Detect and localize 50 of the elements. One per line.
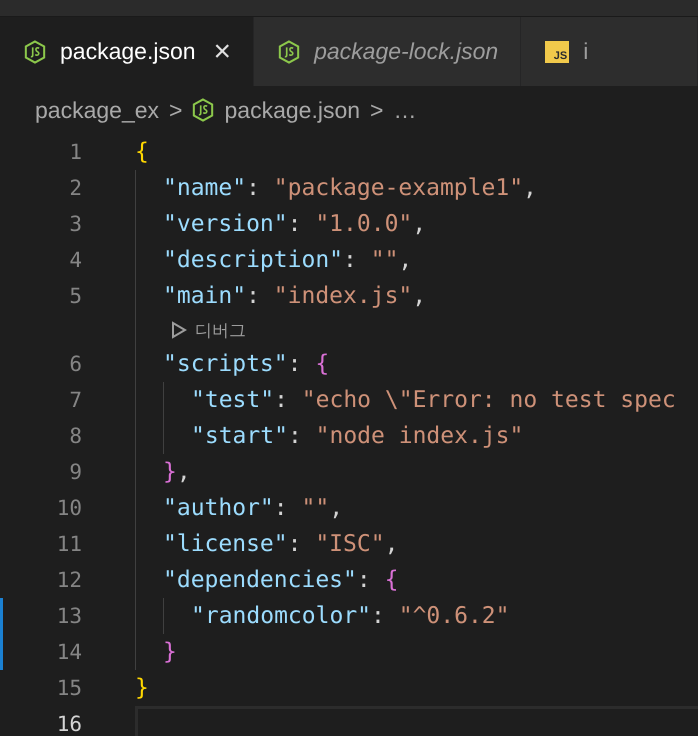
code-line: "start": "node index.js": [191, 423, 524, 449]
code-line: "randomcolor": "^0.6.2": [191, 603, 510, 629]
editor-tab[interactable]: package-lock.json: [254, 17, 522, 86]
line-number: 1: [69, 140, 82, 164]
line-number: 8: [69, 424, 82, 448]
node-hexagon-icon: [24, 40, 46, 64]
code-line: "dependencies": {: [163, 567, 398, 593]
node-hexagon-icon: [278, 40, 300, 64]
close-icon[interactable]: ×: [214, 36, 232, 66]
editor-tab[interactable]: JS i: [521, 17, 698, 86]
code-line: "license": "ISC",: [163, 531, 398, 557]
code-line: "description": "",: [163, 247, 412, 273]
line-number: 10: [56, 496, 82, 520]
editor-tab[interactable]: package.json ×: [0, 17, 254, 86]
code-line: "name": "package-example1",: [163, 175, 537, 201]
line-number: 12: [56, 568, 82, 592]
breadcrumb-item[interactable]: package.json: [224, 96, 360, 124]
js-file-icon: JS: [545, 40, 570, 62]
tab-label: package-lock.json: [314, 38, 498, 65]
code-line: "test": "echo \"Error: no test spec: [191, 387, 676, 413]
breadcrumb-separator: >: [169, 96, 182, 124]
node-hexagon-icon: [192, 98, 214, 122]
code-line: },: [163, 459, 191, 485]
line-number: 5: [69, 284, 82, 308]
play-icon: [171, 321, 187, 339]
line-number: 7: [69, 388, 82, 412]
code-line: "scripts": {: [163, 351, 330, 377]
line-number: 11: [56, 532, 82, 556]
line-number: 2: [69, 176, 82, 200]
tab-label: package.json: [60, 38, 196, 65]
code-line: "author": "",: [163, 495, 344, 521]
tab-label: i: [583, 38, 588, 65]
code-line: }: [163, 639, 177, 665]
code-line: "version": "1.0.0",: [163, 211, 426, 237]
line-number: 9: [69, 460, 82, 484]
line-number: 13: [56, 604, 82, 628]
line-number: 14: [56, 640, 82, 664]
line-number: 6: [69, 352, 82, 376]
codelens-label: 디버그: [195, 320, 246, 342]
line-number: 16: [56, 712, 82, 736]
code-line: {: [135, 139, 149, 165]
debug-codelens[interactable]: 디버그: [171, 318, 246, 342]
line-number: 4: [69, 248, 82, 272]
breadcrumb-item[interactable]: …: [393, 96, 416, 124]
code-line: "main": "index.js",: [163, 283, 426, 309]
breadcrumb-separator: >: [370, 96, 384, 124]
line-number: 3: [69, 212, 82, 236]
breadcrumb-item[interactable]: package_ex: [35, 96, 160, 124]
code-line: }: [135, 675, 149, 701]
line-number: 15: [56, 676, 82, 700]
